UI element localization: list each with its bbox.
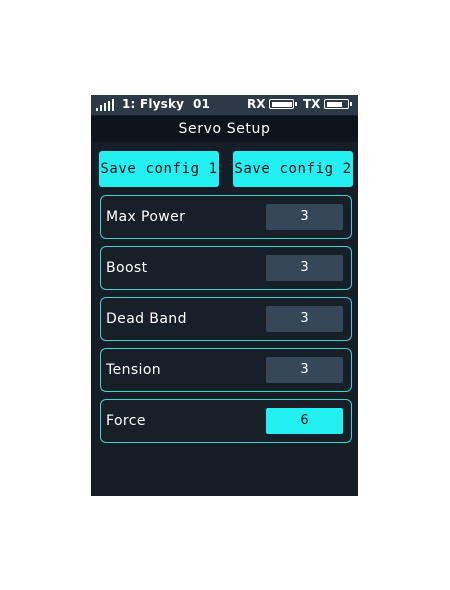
- device-screen: 1: Flysky 01 RX TX Servo Setup Save conf…: [91, 95, 358, 496]
- model-name: 1: Flysky 01: [122, 97, 211, 111]
- setting-value[interactable]: 3: [266, 357, 343, 383]
- page-title: Servo Setup: [91, 116, 358, 142]
- setting-row-force[interactable]: Force 6: [100, 399, 352, 443]
- setting-value[interactable]: 3: [266, 255, 343, 281]
- setting-label: Force: [106, 413, 146, 429]
- tx-label: TX: [303, 97, 321, 111]
- rx-label: RX: [247, 97, 266, 111]
- setting-label: Tension: [106, 362, 162, 378]
- setting-value[interactable]: 3: [266, 306, 343, 332]
- setting-label: Boost: [106, 260, 148, 276]
- status-bar: 1: Flysky 01 RX TX: [91, 95, 358, 115]
- setting-label: Dead Band: [106, 311, 187, 327]
- setting-value[interactable]: 6: [266, 408, 343, 434]
- setting-row-boost[interactable]: Boost 3: [100, 246, 352, 290]
- setting-row-max-power[interactable]: Max Power 3: [100, 195, 352, 239]
- setting-label: Max Power: [106, 209, 186, 225]
- save-config-1-button[interactable]: Save config 1: [99, 151, 219, 187]
- tx-battery-icon: [324, 99, 352, 109]
- save-config-2-button[interactable]: Save config 2: [233, 151, 353, 187]
- setting-row-dead-band[interactable]: Dead Band 3: [100, 297, 352, 341]
- setting-row-tension[interactable]: Tension 3: [100, 348, 352, 392]
- setting-value[interactable]: 3: [266, 204, 343, 230]
- rx-battery-icon: [269, 99, 297, 109]
- signal-bars-icon: [96, 99, 118, 111]
